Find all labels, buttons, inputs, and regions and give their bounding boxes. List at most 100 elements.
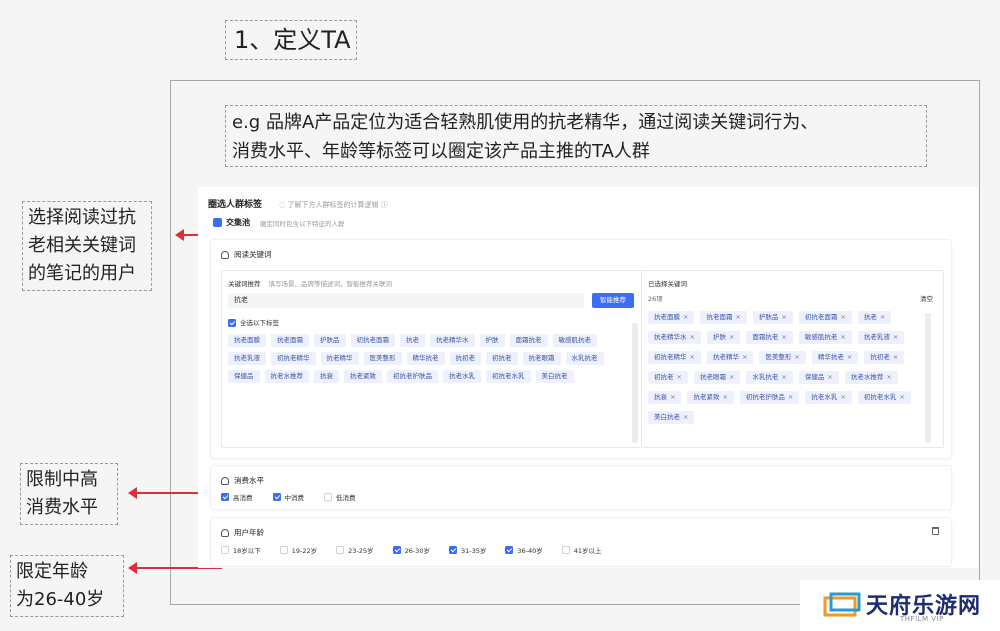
smart-recommend-button[interactable]: 智能推荐 xyxy=(592,293,634,308)
recommended-tag[interactable]: 抗老紧致 xyxy=(344,370,382,383)
remove-tag-icon[interactable]: × xyxy=(840,333,845,341)
checkbox-icon xyxy=(221,546,229,554)
remove-tag-icon[interactable]: × xyxy=(893,333,898,341)
consumption-option[interactable]: 高消费 xyxy=(221,492,253,502)
clear-button[interactable]: 清空 xyxy=(920,293,933,303)
selected-tag: 抗老紧致 × xyxy=(687,391,734,404)
remove-tag-icon[interactable]: × xyxy=(847,353,852,361)
remove-tag-icon[interactable]: × xyxy=(794,353,799,361)
recommended-tag[interactable]: 初抗老水乳 xyxy=(486,370,531,383)
recommended-tag[interactable]: 抗老精华水 xyxy=(430,334,475,347)
remove-tag-icon[interactable]: × xyxy=(690,353,695,361)
age-option[interactable]: 18岁以下 xyxy=(221,545,261,555)
selected-tag-label: 抗老紧致 xyxy=(693,393,720,401)
recommended-tag[interactable]: 精华抗老 xyxy=(406,352,445,365)
recommended-tag[interactable]: 抗老 xyxy=(400,334,425,347)
checkbox-icon xyxy=(228,319,236,327)
remove-tag-icon[interactable]: × xyxy=(742,353,747,361)
recommended-tag[interactable]: 抗衰 xyxy=(314,370,339,383)
logic-help-link[interactable]: ◌ 了解下方人群标签的计算逻辑 ⓘ xyxy=(279,201,388,209)
age-option-label: 41岁以上 xyxy=(573,547,602,555)
age-option[interactable]: 36-40岁 xyxy=(505,545,543,555)
selected-tag: 抗老 × xyxy=(857,311,892,324)
recommended-tag[interactable]: 护肤 xyxy=(479,334,505,347)
user-icon xyxy=(221,528,229,537)
checkbox-icon xyxy=(336,546,345,554)
recommended-tag[interactable]: 初抗老面霜 xyxy=(350,334,395,347)
age-option[interactable]: 23-25岁 xyxy=(336,545,374,555)
selected-tag: 面霜抗老 × xyxy=(746,331,793,344)
remove-tag-icon[interactable]: × xyxy=(840,313,845,321)
selected-tag-label: 抗老精华 xyxy=(712,353,739,361)
age-option[interactable]: 41岁以上 xyxy=(561,545,602,555)
recommended-tag[interactable]: 抗初老 xyxy=(449,352,481,365)
recommended-tag[interactable]: 抗老眼霜 xyxy=(522,352,561,365)
remove-tag-icon[interactable]: × xyxy=(893,353,898,361)
remove-tag-icon[interactable]: × xyxy=(840,393,845,401)
annotation-text: 选择阅读过抗 xyxy=(28,207,136,228)
remove-tag-icon[interactable]: × xyxy=(899,393,904,401)
selected-tag: 抗老眼霜 × xyxy=(693,371,741,384)
recommended-tag[interactable]: 抗老面膜 xyxy=(228,334,266,347)
selected-tag-label: 抗老眼霜 xyxy=(699,373,726,381)
scrollbar[interactable] xyxy=(925,313,931,443)
recommended-tag[interactable]: 美白抗老 xyxy=(535,370,574,383)
remove-tag-icon[interactable]: × xyxy=(722,393,727,401)
remove-tag-icon[interactable]: × xyxy=(735,313,740,321)
delete-icon[interactable] xyxy=(932,527,939,535)
selected-tag: 初抗老面霜 × xyxy=(798,311,852,324)
remove-tag-icon[interactable]: × xyxy=(677,373,682,381)
annotation-text: 消费水平 xyxy=(26,497,98,518)
remove-tag-icon[interactable]: × xyxy=(880,313,885,321)
recommended-tag[interactable]: 医美整形 xyxy=(363,352,402,365)
remove-tag-icon[interactable]: × xyxy=(781,313,786,321)
keyword-search-input[interactable]: 抗老 xyxy=(228,293,584,308)
recommended-tag[interactable]: 护肤品 xyxy=(314,334,346,347)
selected-tag: 抗老面膜 × xyxy=(648,311,695,324)
recommended-tag[interactable]: 抗老面霜 xyxy=(271,334,309,347)
tab-intersection-pool[interactable]: 交集池 圈定同时包含以下特征的人群 xyxy=(213,217,345,228)
age-option-label: 23-25岁 xyxy=(348,547,374,555)
selected-tag-label: 抗老面膜 xyxy=(654,313,680,321)
select-all-checkbox[interactable]: 全选以下标签 xyxy=(228,317,279,327)
remove-tag-icon[interactable]: × xyxy=(781,373,786,381)
remove-tag-icon[interactable]: × xyxy=(670,393,675,401)
age-option[interactable]: 31-35岁 xyxy=(448,545,486,555)
selected-tag: 医美整形 × xyxy=(759,351,806,364)
recommended-tag[interactable]: 抗老精华 xyxy=(320,352,359,365)
recommended-tag[interactable]: 抗老乳液 xyxy=(228,352,266,365)
remove-tag-icon[interactable]: × xyxy=(781,333,786,341)
consumption-option[interactable]: 低消费 xyxy=(324,492,356,502)
checkbox-icon xyxy=(505,546,514,554)
scrollbar[interactable] xyxy=(632,323,638,443)
help-icon: ⓘ xyxy=(380,201,388,209)
watermark: 天府乐游网 THFILM VIP xyxy=(800,580,1000,631)
recommended-tag[interactable]: 初抗老护肤品 xyxy=(387,370,438,383)
recommended-tag[interactable]: 保健品 xyxy=(228,370,260,383)
recommended-tag[interactable]: 抗老水推荐 xyxy=(264,370,309,383)
remove-tag-icon[interactable]: × xyxy=(788,393,793,401)
remove-tag-icon[interactable]: × xyxy=(683,413,688,421)
recommended-tag[interactable]: 敏感肌抗老 xyxy=(552,334,597,347)
recommended-tag[interactable]: 面霜抗老 xyxy=(509,334,548,347)
section-title: 用户年龄 xyxy=(221,527,264,538)
selected-tag: 抗老水推荐 × xyxy=(844,371,898,384)
remove-tag-icon[interactable]: × xyxy=(683,313,688,321)
consumption-option[interactable]: 中消费 xyxy=(272,492,304,502)
consumption-option-label: 高消费 xyxy=(233,494,253,502)
recommended-tag[interactable]: 初抗老 xyxy=(486,352,518,365)
remove-tag-icon[interactable]: × xyxy=(690,333,695,341)
remove-tag-icon[interactable]: × xyxy=(886,373,891,381)
age-option[interactable]: 26-30岁 xyxy=(392,545,430,555)
age-option[interactable]: 19-22岁 xyxy=(279,545,317,555)
selected-tag: 抗衰 × xyxy=(648,391,682,404)
remove-tag-icon[interactable]: × xyxy=(827,373,832,381)
remove-tag-icon[interactable]: × xyxy=(729,373,734,381)
recommended-tag[interactable]: 水乳抗老 xyxy=(565,352,604,365)
recommended-tag[interactable]: 初抗老精华 xyxy=(271,352,316,365)
recommended-tag[interactable]: 抗老水乳 xyxy=(443,370,481,383)
remove-tag-icon[interactable]: × xyxy=(729,333,734,341)
age-option-label: 36-40岁 xyxy=(517,547,543,555)
section-title-text: 消费水平 xyxy=(234,476,264,485)
selected-tag-label: 抗初老 xyxy=(870,353,890,361)
